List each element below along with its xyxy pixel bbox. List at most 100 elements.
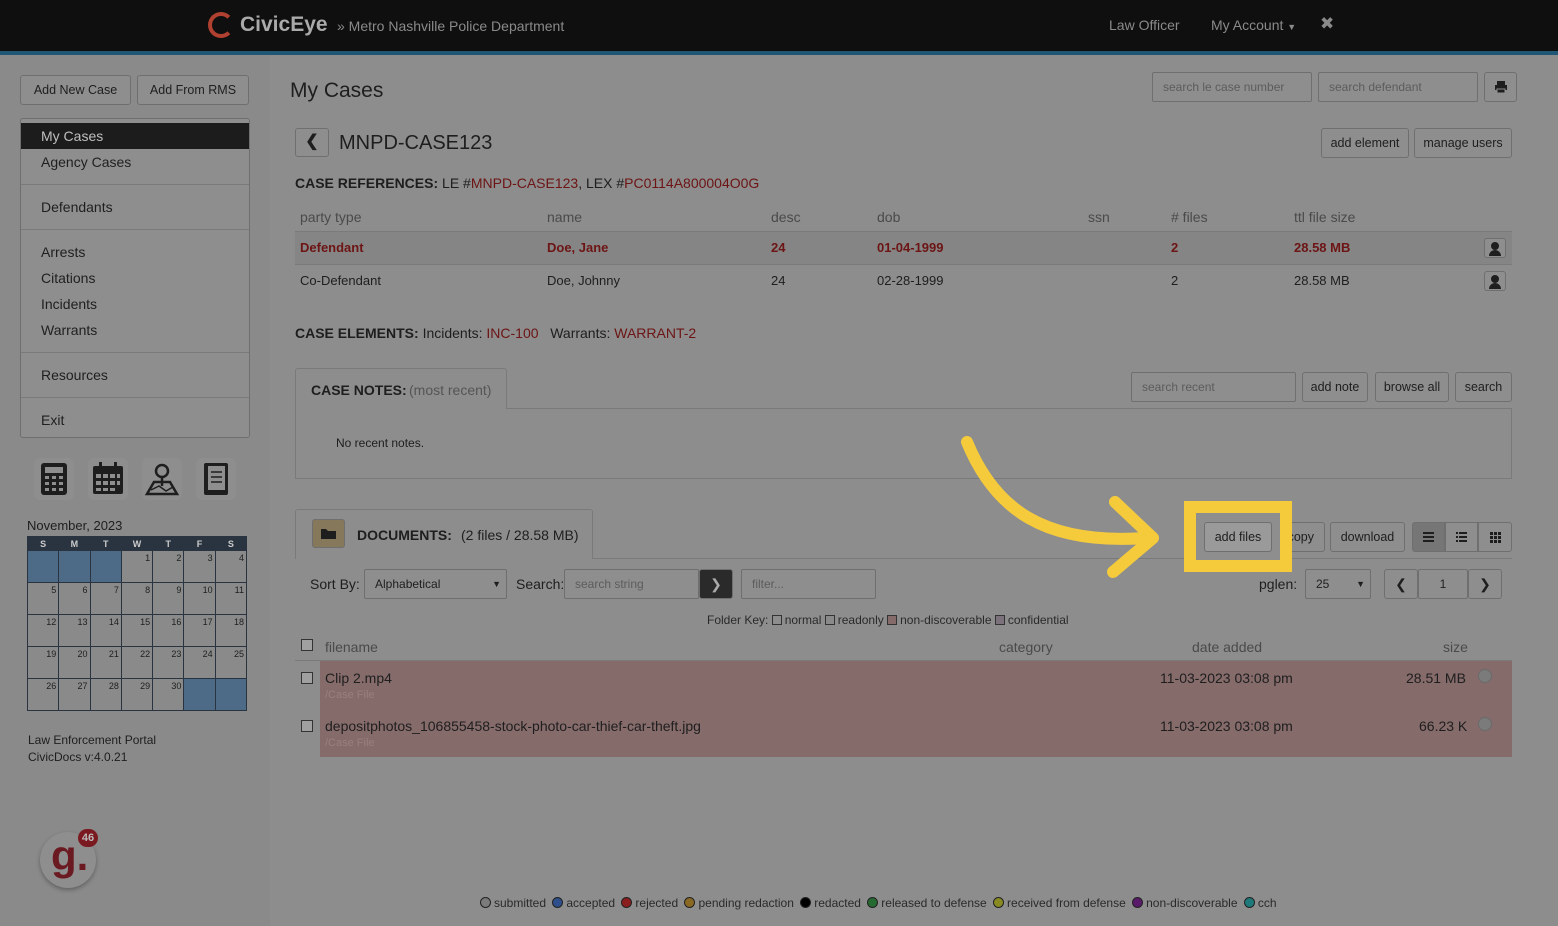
file-name-link[interactable]: Clip 2.mp4	[325, 670, 392, 686]
manage-users-button[interactable]: manage users	[1414, 128, 1512, 158]
calendar-day[interactable]: 17	[183, 614, 216, 647]
calendar-day[interactable]: 28	[89, 678, 122, 711]
file-name-link[interactable]: depositphotos_106855458-stock-photo-car-…	[325, 718, 701, 734]
calendar-day[interactable]: 24	[183, 646, 216, 679]
select-all-checkbox[interactable]	[301, 639, 313, 651]
calendar-day[interactable]: 5	[26, 582, 60, 615]
next-page-button[interactable]: ❯	[1468, 569, 1502, 599]
close-icon[interactable]: ✖	[1320, 14, 1334, 34]
calendar-month-title: November, 2023	[27, 518, 123, 533]
calendar-day[interactable]: 11	[214, 582, 248, 615]
calendar-day[interactable]: 18	[214, 614, 248, 647]
sidebar-item-my-cases[interactable]: My Cases	[21, 123, 249, 149]
page-length-select[interactable]: 25 ▼	[1305, 569, 1371, 599]
incident-link[interactable]: INC-100	[486, 325, 538, 341]
notebook-icon[interactable]	[196, 458, 236, 500]
add-new-case-button[interactable]: Add New Case	[20, 75, 131, 105]
user-icon[interactable]	[1484, 271, 1506, 291]
row-checkbox[interactable]	[301, 720, 313, 732]
calendar-day[interactable]: 21	[89, 646, 122, 679]
calendar-day[interactable]: 12	[26, 614, 60, 647]
browse-all-button[interactable]: browse all	[1375, 372, 1449, 402]
calendar-icon[interactable]	[88, 458, 128, 500]
calendar-day[interactable]: 1	[120, 550, 154, 583]
calendar-day[interactable]: 26	[26, 678, 60, 711]
print-button[interactable]	[1484, 72, 1517, 102]
sidebar-item-arrests[interactable]: Arrests	[21, 239, 249, 265]
calendar-day-empty	[214, 678, 248, 711]
folder-open-icon[interactable]	[312, 519, 345, 548]
case-notes-tab[interactable]: CASE NOTES: (most recent)	[295, 368, 507, 409]
add-element-button[interactable]: add element	[1321, 128, 1409, 158]
case-ref-lex-link[interactable]: PC0114A800004O0G	[624, 175, 759, 191]
view-list-icon[interactable]	[1412, 522, 1445, 552]
calendar-day[interactable]: 22	[120, 646, 154, 679]
sidebar-item-citations[interactable]: Citations	[21, 265, 249, 291]
add-note-button[interactable]: add note	[1302, 372, 1368, 402]
calendar-day[interactable]: 4	[214, 550, 248, 583]
role-link[interactable]: Law Officer	[1109, 17, 1180, 33]
calendar-day[interactable]: 3	[183, 550, 216, 583]
sidebar-item-warrants[interactable]: Warrants	[21, 317, 249, 343]
sidebar-item-incidents[interactable]: Incidents	[21, 291, 249, 317]
sidebar-item-resources[interactable]: Resources	[21, 362, 249, 388]
prev-page-button[interactable]: ❮	[1384, 569, 1418, 599]
calendar-day[interactable]: 2	[152, 550, 185, 583]
map-icon[interactable]	[142, 458, 182, 500]
status-dot-icon[interactable]	[1478, 717, 1492, 731]
calendar-day[interactable]: 23	[152, 646, 185, 679]
table-row[interactable]	[320, 661, 1512, 709]
calendar-day[interactable]: 10	[183, 582, 216, 615]
download-button[interactable]: download	[1330, 522, 1405, 552]
user-icon[interactable]	[1484, 238, 1506, 258]
my-account-menu[interactable]: My Account ▼	[1211, 17, 1296, 33]
search-recent-notes-input[interactable]: search recent	[1131, 372, 1296, 402]
add-files-button[interactable]: add files	[1204, 522, 1272, 552]
search-defendant-input[interactable]: search defendant	[1318, 72, 1478, 102]
search-go-button[interactable]: ❯	[699, 569, 733, 599]
status-dot-icon[interactable]	[1478, 669, 1492, 683]
party-name-link[interactable]: Doe, Jane	[547, 240, 608, 255]
calendar-day[interactable]: 16	[152, 614, 185, 647]
warrant-link[interactable]: WARRANT-2	[614, 325, 696, 341]
chevron-down-icon: ▼	[492, 579, 501, 589]
sidebar-item-defendants[interactable]: Defendants	[21, 194, 249, 220]
calendar-day[interactable]: 19	[26, 646, 60, 679]
col-header-size[interactable]: size	[1443, 639, 1468, 655]
col-header-file-size: ttl file size	[1294, 209, 1356, 225]
back-button[interactable]: ❮	[295, 128, 329, 157]
calendar-day[interactable]: 20	[58, 646, 91, 679]
sidebar-item-exit[interactable]: Exit	[21, 407, 249, 433]
search-notes-button[interactable]: search	[1455, 372, 1512, 402]
notification-count-badge: 46	[78, 829, 98, 847]
calendar-day[interactable]: 9	[152, 582, 185, 615]
add-from-rms-button[interactable]: Add From RMS	[137, 75, 249, 105]
calendar-day[interactable]: 6	[58, 582, 91, 615]
page-number-input[interactable]: 1	[1418, 569, 1468, 599]
calendar-day[interactable]: 29	[120, 678, 154, 711]
calendar-day[interactable]: 15	[120, 614, 154, 647]
documents-tab[interactable]: DOCUMENTS: (2 files / 28.58 MB)	[295, 509, 593, 559]
calendar-day[interactable]: 13	[58, 614, 91, 647]
calendar-day[interactable]: 7	[89, 582, 122, 615]
col-header-date-added[interactable]: date added	[1192, 639, 1262, 655]
view-grid-icon[interactable]	[1478, 522, 1512, 552]
calculator-icon[interactable]	[34, 458, 74, 500]
sort-by-select[interactable]: Alphabetical ▼	[364, 569, 507, 599]
calendar-day[interactable]: 25	[214, 646, 248, 679]
case-elements: CASE ELEMENTS: Incidents: INC-100 Warran…	[295, 325, 696, 341]
search-string-input[interactable]: search string	[564, 569, 699, 599]
col-header-category[interactable]: category	[999, 639, 1053, 655]
calendar-day[interactable]: 27	[58, 678, 91, 711]
calendar-day[interactable]: 30	[152, 678, 185, 711]
calendar-day[interactable]: 14	[89, 614, 122, 647]
row-checkbox[interactable]	[301, 672, 313, 684]
case-ref-le-link[interactable]: MNPD-CASE123	[471, 175, 578, 191]
view-detail-list-icon[interactable]	[1445, 522, 1478, 552]
calendar-day[interactable]: 8	[120, 582, 154, 615]
col-header-filename[interactable]: filename	[325, 639, 378, 655]
sidebar-item-agency-cases[interactable]: Agency Cases	[21, 149, 249, 175]
party-name-link[interactable]: Doe, Johnny	[547, 273, 620, 288]
search-case-number-input[interactable]: search le case number	[1152, 72, 1312, 102]
filter-input[interactable]: filter...	[741, 569, 876, 599]
